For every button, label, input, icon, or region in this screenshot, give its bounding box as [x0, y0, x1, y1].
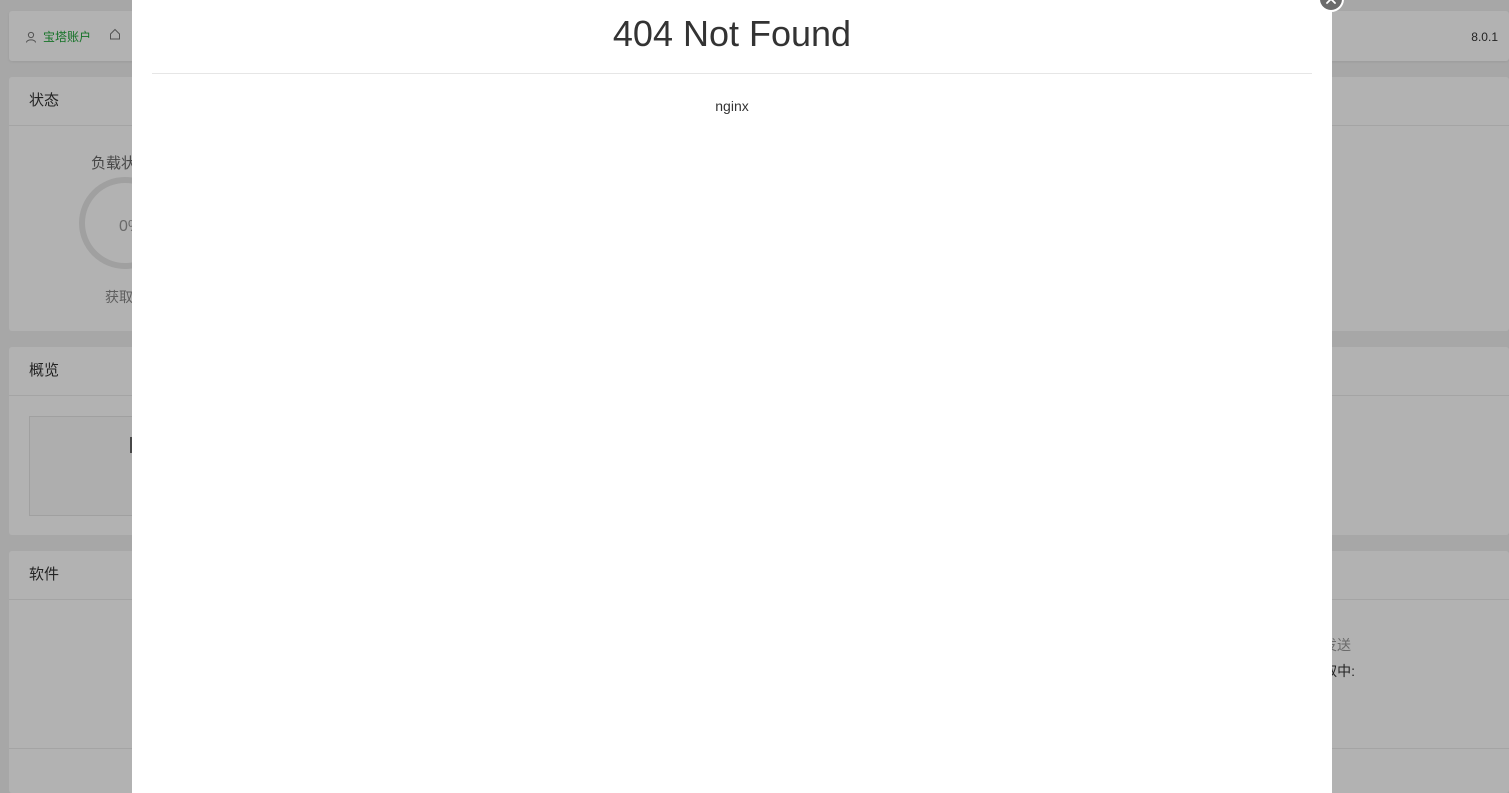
- error-title: 404 Not Found: [612, 13, 852, 54]
- close-icon: [1326, 0, 1336, 4]
- modal-dialog: 404 Not Found nginx: [132, 0, 1332, 793]
- error-divider: [152, 73, 1312, 74]
- server-name: nginx: [715, 98, 749, 114]
- app-root: 宝塔账户 8.0.1 状态 负载状 0% 获取 概览 软件 发送 取中: 404…: [0, 0, 1509, 793]
